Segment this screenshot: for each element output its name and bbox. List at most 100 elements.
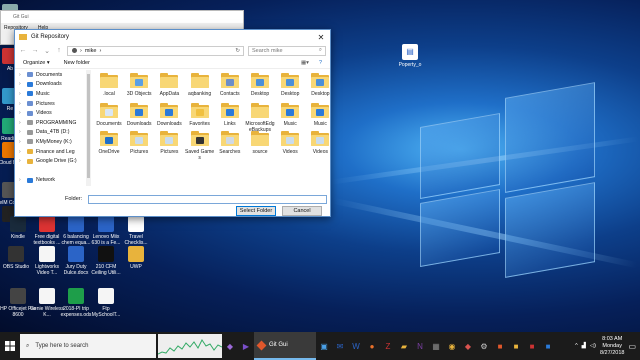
taskbar-search-box[interactable]: ⌕ Type here to search	[20, 334, 156, 358]
folder-input[interactable]	[88, 194, 327, 204]
nav-tree-item[interactable]	[19, 166, 79, 176]
folder-item[interactable]: .local	[94, 73, 124, 97]
address-part[interactable]: mike	[85, 48, 97, 54]
folder-item[interactable]: 3D Objects	[124, 73, 154, 97]
app-icon[interactable]: ■	[508, 332, 524, 360]
vs-code-app-icon[interactable]: ◆	[222, 332, 238, 360]
refresh-icon[interactable]: ↻	[235, 48, 240, 54]
nav-tree-item[interactable]: › Google Drive (G:)	[19, 156, 79, 166]
filezilla-app-icon[interactable]: Z	[380, 332, 396, 360]
desktop-icon[interactable]: Ftp MySchoolT...	[88, 288, 124, 318]
chevron-right-icon[interactable]: ›	[19, 81, 24, 87]
git-gui-titlebar[interactable]: Git Gui	[1, 11, 243, 23]
folder-item[interactable]: Downloads	[124, 103, 154, 127]
taskbar-git-gui[interactable]: Git Gui	[254, 332, 316, 360]
folder-item[interactable]: Desktop	[245, 73, 275, 97]
app-icon[interactable]: ■	[524, 332, 540, 360]
file-explorer-app-icon[interactable]: ▰	[396, 332, 412, 360]
app-icon[interactable]: ■	[492, 332, 508, 360]
chevron-right-icon[interactable]: ›	[19, 158, 24, 164]
dialog-titlebar[interactable]: Git Repository ✕	[15, 30, 330, 44]
network-icon[interactable]: ▟	[582, 343, 586, 349]
folder-item[interactable]: aqbanking	[185, 73, 215, 97]
photos-app-icon[interactable]: ▣	[316, 332, 332, 360]
settings-app-icon[interactable]: ⚙	[476, 332, 492, 360]
nav-tree-item[interactable]: › Pictures	[19, 99, 79, 109]
folder-item[interactable]: source	[245, 131, 275, 155]
folder-item[interactable]: MicrosoftEdgeBackups	[245, 103, 275, 133]
start-button[interactable]	[0, 332, 20, 360]
chevron-right-icon[interactable]: ›	[19, 110, 24, 116]
nav-scrollbar[interactable]	[86, 70, 91, 186]
chevron-right-icon[interactable]: ›	[19, 120, 24, 126]
nav-tree-item[interactable]: › Finance and Leg	[19, 147, 79, 157]
chevron-right-icon[interactable]: ›	[19, 139, 24, 145]
select-folder-button[interactable]: Select Folder	[236, 206, 276, 216]
forward-arrow-icon[interactable]: →	[31, 47, 39, 54]
folder-item[interactable]: Videos	[275, 131, 305, 155]
view-options-icon[interactable]: ▦▾	[301, 60, 309, 66]
folder-badge-icon	[135, 137, 144, 144]
word-app-icon[interactable]: W	[348, 332, 364, 360]
help-icon[interactable]: ?	[319, 60, 322, 66]
search-input[interactable]: Search mike ⌕	[248, 45, 326, 56]
back-arrow-icon[interactable]: ←	[19, 47, 27, 54]
calculator-app-icon[interactable]: ▦	[428, 332, 444, 360]
tray-overflow-icon[interactable]: ^	[575, 343, 578, 349]
folder-item[interactable]: Favorites	[185, 103, 215, 127]
nav-tree-item[interactable]: › Documents	[19, 70, 79, 80]
folder-item[interactable]: Documents	[94, 103, 124, 127]
close-button[interactable]: ✕	[312, 31, 330, 43]
nav-tree-item[interactable]: › Music	[19, 89, 79, 99]
cancel-button[interactable]: Cancel	[282, 206, 322, 216]
folder-item[interactable]: Desktop	[305, 73, 335, 97]
folder-item[interactable]: Pictures	[124, 131, 154, 155]
nav-tree-item[interactable]: › PROGRAMMING	[19, 118, 79, 128]
volume-icon[interactable]: ◁)	[590, 343, 596, 349]
folder-item[interactable]: Links	[215, 103, 245, 127]
folder-item[interactable]: Music	[305, 103, 335, 127]
folder-badge-icon	[316, 79, 325, 86]
desktop-icon[interactable]: UWP	[118, 246, 154, 270]
scrollbar-thumb[interactable]	[87, 74, 90, 178]
chevron-right-icon[interactable]: ›	[19, 177, 24, 183]
folder-item[interactable]: Searches	[215, 131, 245, 155]
folder-item[interactable]: Saved Games	[185, 131, 215, 161]
visual-studio-app-icon[interactable]: ▶	[238, 332, 254, 360]
up-arrow-icon[interactable]: ↑	[55, 47, 63, 54]
nav-tree-item[interactable]: › Data_4TB (D:)	[19, 128, 79, 138]
folder-item[interactable]: AppData	[154, 73, 184, 97]
chevron-right-icon[interactable]: ›	[19, 91, 24, 97]
camera-app-icon[interactable]: ◉	[444, 332, 460, 360]
chevron-right-icon[interactable]: ›	[19, 72, 24, 78]
nav-tree-item[interactable]: › Network	[19, 176, 79, 186]
app-icon[interactable]: ◆	[460, 332, 476, 360]
folder-item[interactable]: OneDrive	[94, 131, 124, 155]
onenote-app-icon[interactable]: N	[412, 332, 428, 360]
stock-chart-thumbnail[interactable]	[158, 334, 222, 358]
chevron-right-icon[interactable]: ›	[19, 129, 24, 135]
nav-tree-item[interactable]: › Downloads	[19, 80, 79, 90]
chevron-right-icon[interactable]: ›	[19, 149, 24, 155]
notifications-icon[interactable]: ▭	[628, 342, 636, 351]
app-icon[interactable]: ■	[540, 332, 556, 360]
folder-item[interactable]: Downloads	[154, 103, 184, 127]
folder-item[interactable]: Music	[275, 103, 305, 127]
desktop-icon[interactable]: Travel Checklis...	[118, 216, 154, 246]
firefox-app-icon[interactable]: ●	[364, 332, 380, 360]
folder-item[interactable]: Pictures	[154, 131, 184, 155]
nav-tree-item[interactable]: › KMyMoney (K:)	[19, 137, 79, 147]
folder-item[interactable]: Videos	[305, 131, 335, 155]
folder-item[interactable]: Contacts	[215, 73, 245, 97]
new-folder-button[interactable]: New folder	[64, 60, 90, 66]
address-part[interactable]: ›	[99, 48, 101, 54]
desktop-icon-property[interactable]: ▤ Poperty_o	[392, 44, 428, 68]
nav-tree-item[interactable]: › Videos	[19, 108, 79, 118]
outlook-app-icon[interactable]: ✉	[332, 332, 348, 360]
chevron-right-icon[interactable]: ›	[19, 101, 24, 107]
folder-item[interactable]: Desktop	[275, 73, 305, 97]
address-bar[interactable]: › mike › ↻	[67, 45, 244, 56]
clock[interactable]: 8:03 AM Monday 8/27/2018	[600, 336, 624, 357]
organize-button[interactable]: Organize ▾	[23, 60, 50, 66]
chevron-down-icon[interactable]: ⌄	[43, 47, 51, 55]
